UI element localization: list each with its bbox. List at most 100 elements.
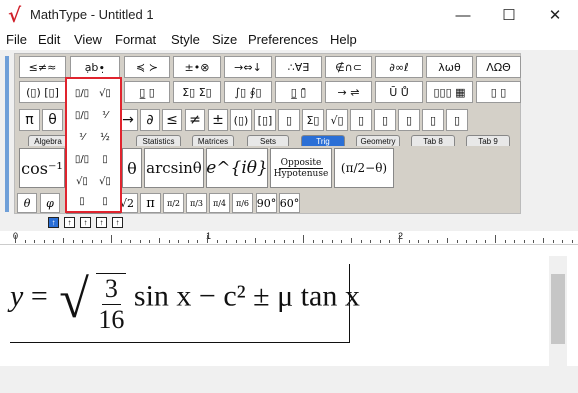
opposite-label: Opposite [278,157,324,169]
equation: y = √ 3 16 sin x − c² ± μ tan x [10,269,360,335]
palette-embellishments[interactable]: ≼ ≻ [124,56,170,78]
small-90-deg[interactable]: 90° [256,193,277,213]
template-sqrt[interactable]: √▯ [326,109,348,131]
palette-spaces[interactable]: ạb∙̣ [70,56,120,78]
symbol-partial[interactable]: ∂ [140,109,160,131]
menu-view[interactable]: View [74,32,102,47]
palette-greek-lower[interactable]: λωθ [426,56,473,78]
template-sup[interactable]: ▯ [374,109,396,131]
palette-subscripts[interactable]: ▯̲ ▯ [124,81,170,103]
tab-algebra[interactable]: Algebra [28,135,68,146]
ruler: 0 1 2 [0,231,578,245]
palette-relations[interactable]: ≤≠≈ [19,56,66,78]
ruler-tick [523,240,525,243]
menu-file[interactable]: File [6,32,27,47]
tab-icon-5[interactable]: ↑ [112,217,123,228]
menu-size[interactable]: Size [212,32,237,47]
palette-logic[interactable]: ∴∀∃ [275,56,322,78]
small-pi-2[interactable]: π/2 [163,193,184,213]
palette-labeled-arrows[interactable]: → ⇌ [325,81,372,103]
palette-arrows[interactable]: →⇔↓ [224,56,272,78]
highlight-box [65,77,122,213]
palette-products[interactable]: Ū Ů [375,81,423,103]
close-button[interactable]: ✕ [532,0,578,30]
template-box3[interactable]: ▯ [446,109,468,131]
ruler-tick [149,240,151,243]
small-pi-6[interactable]: π/6 [232,193,253,213]
tab-geometry[interactable]: Geometry [356,135,400,146]
horizontal-scrollbar[interactable] [0,366,578,393]
ruler-tick [504,240,506,243]
toolbar-handle[interactable] [5,56,9,212]
symbol-theta[interactable]: θ [42,109,63,131]
symbol-neq[interactable]: ≠ [185,109,205,131]
template-parens[interactable]: (▯) [230,109,252,131]
minimize-button[interactable]: — [440,0,486,30]
symbol-plusminus[interactable]: ± [208,109,228,131]
tab-sets[interactable]: Sets [247,135,289,146]
eq-y: y [10,279,24,313]
eq-tail: sin x − c² ± μ tan x [133,279,360,313]
ruler-tick [389,240,391,243]
ruler-tick [197,240,199,243]
symbol-pi[interactable]: π [19,109,40,131]
ruler-tick [571,240,573,243]
ruler-tick [139,240,141,243]
small-theta[interactable]: θ [17,193,37,213]
tab-icon-1[interactable]: ↑ [48,217,59,228]
tab-matrices[interactable]: Matrices [192,135,234,146]
trig-euler[interactable]: e^{iθ} [206,148,268,188]
tab-icon-3[interactable]: ↑ [80,217,91,228]
ruler-tick [495,235,496,243]
menu-edit[interactable]: Edit [38,32,60,47]
template-box2[interactable]: ▯ [422,109,444,131]
menu-help[interactable]: Help [330,32,357,47]
tab-icon-2[interactable]: ↑ [64,217,75,228]
tab-9[interactable]: Tab 9 [466,135,510,146]
small-phi[interactable]: φ [40,193,60,213]
tab-8[interactable]: Tab 8 [411,135,455,146]
menu-preferences[interactable]: Preferences [248,32,318,47]
palette-bars[interactable]: ▯̲ ▯̄ [275,81,322,103]
ruler-tick [552,240,554,243]
tab-statistics[interactable]: Statistics [136,135,181,146]
template-sub[interactable]: ▯ [350,109,372,131]
template-box1[interactable]: ▯ [398,109,420,131]
small-pi-4[interactable]: π/4 [209,193,230,213]
template-sum[interactable]: Σ▯ [302,109,324,131]
small-pi[interactable]: π [140,193,161,213]
palette-misc[interactable]: ∂∞ℓ [375,56,423,78]
palette-sums[interactable]: Σ▯ Σ▯ [173,81,221,103]
palette-matrices[interactable]: ▯▯▯ ▦ [426,81,473,103]
trig-complement[interactable]: (π/2−θ) [334,148,394,188]
ruler-tick [264,240,266,243]
template-fraction[interactable]: ▯ [278,109,300,131]
small-pi-3[interactable]: π/3 [186,193,207,213]
trig-opposite-hypotenuse[interactable]: Opposite Hypotenuse [270,148,332,188]
palette-operators[interactable]: ±•⊗ [173,56,221,78]
tab-trig[interactable]: Trig [301,135,345,146]
symbol-leq[interactable]: ≤ [162,109,182,131]
ruler-tick [130,240,132,243]
palette-greek-upper[interactable]: ΛΩΘ [476,56,521,78]
trig-arcsin[interactable]: arcsinθ [144,148,204,188]
menu-format[interactable]: Format [115,32,156,47]
ruler-tick [120,240,122,243]
palette-boxes[interactable]: ▯ ▯ [476,81,521,103]
small-60-deg[interactable]: 60° [279,193,300,213]
maximize-button[interactable]: ☐ [486,0,532,30]
ruler-tick [245,240,247,243]
tab-icon-4[interactable]: ↑ [96,217,107,228]
palette-sets[interactable]: ∉∩⊂ [325,56,372,78]
vertical-scroll-thumb[interactable] [551,274,565,344]
ruler-tick [533,240,535,243]
palette-fences[interactable]: (▯) [▯] [19,81,66,103]
template-brackets[interactable]: [▯] [254,109,276,131]
baseline-line [10,342,350,343]
trig-theta[interactable]: θ [122,148,142,188]
trig-arccos[interactable]: cos⁻¹ [19,148,65,188]
ruler-tick [34,240,36,243]
palette-integrals[interactable]: ∫▯ ∮▯ [224,81,272,103]
menu-style[interactable]: Style [171,32,200,47]
ruler-tick [226,240,228,243]
